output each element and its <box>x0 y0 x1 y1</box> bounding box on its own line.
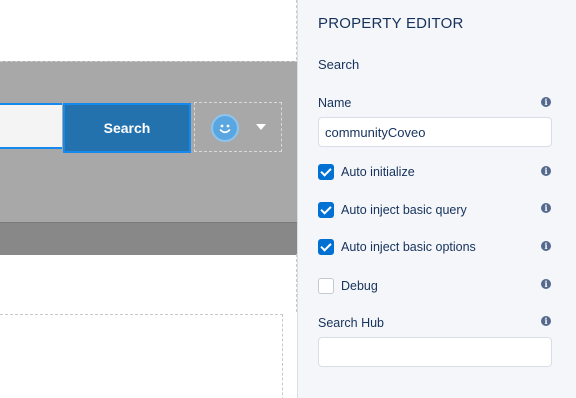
property-editor-panel: PROPERTY EDITOR Search Name i Auto initi… <box>297 0 576 398</box>
search-button[interactable]: Search <box>63 103 191 153</box>
page-canvas: Search <box>0 0 297 398</box>
search-input[interactable] <box>0 103 62 149</box>
info-icon[interactable]: i <box>541 316 551 326</box>
info-icon[interactable]: i <box>541 241 551 251</box>
checkmark-icon <box>320 203 332 215</box>
search-hub-label: Search Hub <box>318 316 385 330</box>
checkmark-icon <box>320 165 332 177</box>
name-label: Name <box>318 96 352 110</box>
info-icon[interactable]: i <box>541 97 551 107</box>
footer-region[interactable] <box>0 314 283 398</box>
info-icon[interactable]: i <box>541 279 551 289</box>
auto-inject-basic-options-row[interactable]: Auto inject basic options <box>318 238 476 256</box>
debug-row[interactable]: Debug <box>318 277 378 295</box>
search-banner[interactable]: Search <box>0 61 297 255</box>
auto-initialize-row[interactable]: Auto initialize <box>318 163 415 181</box>
panel-title: PROPERTY EDITOR <box>318 15 464 32</box>
chevron-down-icon[interactable] <box>256 124 266 130</box>
content-region[interactable] <box>0 254 297 312</box>
auto-initialize-checkbox[interactable] <box>318 164 334 180</box>
info-icon[interactable]: i <box>541 166 551 176</box>
auto-inject-basic-options-label: Auto inject basic options <box>341 240 476 254</box>
auto-inject-basic-query-label: Auto inject basic query <box>341 203 467 217</box>
auto-inject-basic-query-row[interactable]: Auto inject basic query <box>318 201 467 219</box>
header-region[interactable] <box>0 0 297 60</box>
debug-checkbox[interactable] <box>318 278 334 294</box>
banner-footer-strip <box>0 222 297 255</box>
info-icon[interactable]: i <box>541 203 551 213</box>
search-hub-input[interactable] <box>318 337 552 367</box>
checkmark-icon <box>320 240 332 252</box>
name-input[interactable] <box>318 117 552 147</box>
section-title: Search <box>318 57 360 72</box>
auto-inject-basic-options-checkbox[interactable] <box>318 239 334 255</box>
debug-label: Debug <box>341 279 378 293</box>
smiley-avatar-icon[interactable] <box>211 114 239 142</box>
auto-initialize-label: Auto initialize <box>341 165 415 179</box>
auto-inject-basic-query-checkbox[interactable] <box>318 202 334 218</box>
user-profile-menu[interactable] <box>194 102 282 152</box>
